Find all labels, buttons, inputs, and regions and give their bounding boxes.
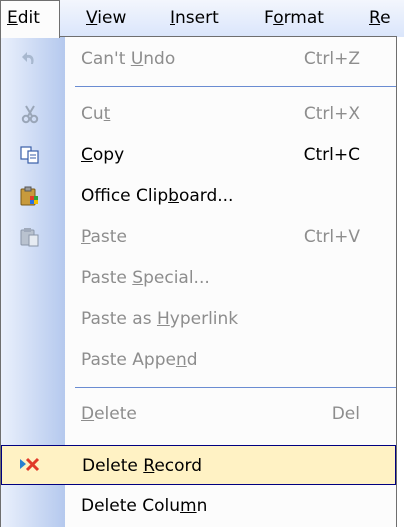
menu-item-paste[interactable]: Paste Ctrl+V <box>1 217 396 257</box>
menu-format[interactable]: Format <box>258 0 330 37</box>
menu-item-delete-column[interactable]: Delete Column <box>1 486 396 526</box>
menu-item-delete[interactable]: Delete Del <box>1 394 396 434</box>
edit-dropdown-menu: Can't Undo Ctrl+Z Cut Ctrl+X Copy Ctrl+C… <box>0 36 397 527</box>
shortcut-undo: Ctrl+Z <box>303 49 360 69</box>
delete-record-icon <box>19 455 41 475</box>
menu-item-copy[interactable]: Copy Ctrl+C <box>1 135 396 175</box>
separator <box>75 387 396 388</box>
shortcut-cut: Ctrl+X <box>303 104 360 124</box>
undo-icon <box>19 49 41 69</box>
office-clipboard-icon <box>19 186 41 206</box>
menu-item-paste-as-hyperlink[interactable]: Paste as Hyperlink <box>1 299 396 339</box>
menu-edit[interactable]: Edit <box>0 0 60 38</box>
copy-icon <box>19 145 41 165</box>
menu-item-cut[interactable]: Cut Ctrl+X <box>1 94 396 134</box>
menu-item-delete-record[interactable]: Delete Record <box>1 445 396 485</box>
menu-item-office-clipboard[interactable]: Office Clipboard... <box>1 176 396 216</box>
menu-item-undo[interactable]: Can't Undo Ctrl+Z <box>1 39 396 79</box>
paste-icon <box>19 227 41 247</box>
menu-insert[interactable]: Insert <box>164 0 225 37</box>
separator <box>75 86 396 87</box>
menu-item-paste-special[interactable]: Paste Special... <box>1 258 396 298</box>
shortcut-delete: Del <box>331 404 360 424</box>
shortcut-copy: Ctrl+C <box>303 145 360 165</box>
menu-item-paste-append[interactable]: Paste Append <box>1 340 396 380</box>
menu-bar: Edit View Insert Format Re <box>0 0 404 38</box>
shortcut-paste: Ctrl+V <box>303 227 360 247</box>
menu-view[interactable]: View <box>80 0 132 37</box>
scissors-icon <box>19 104 41 124</box>
menu-records-partial[interactable]: Re <box>363 0 397 37</box>
